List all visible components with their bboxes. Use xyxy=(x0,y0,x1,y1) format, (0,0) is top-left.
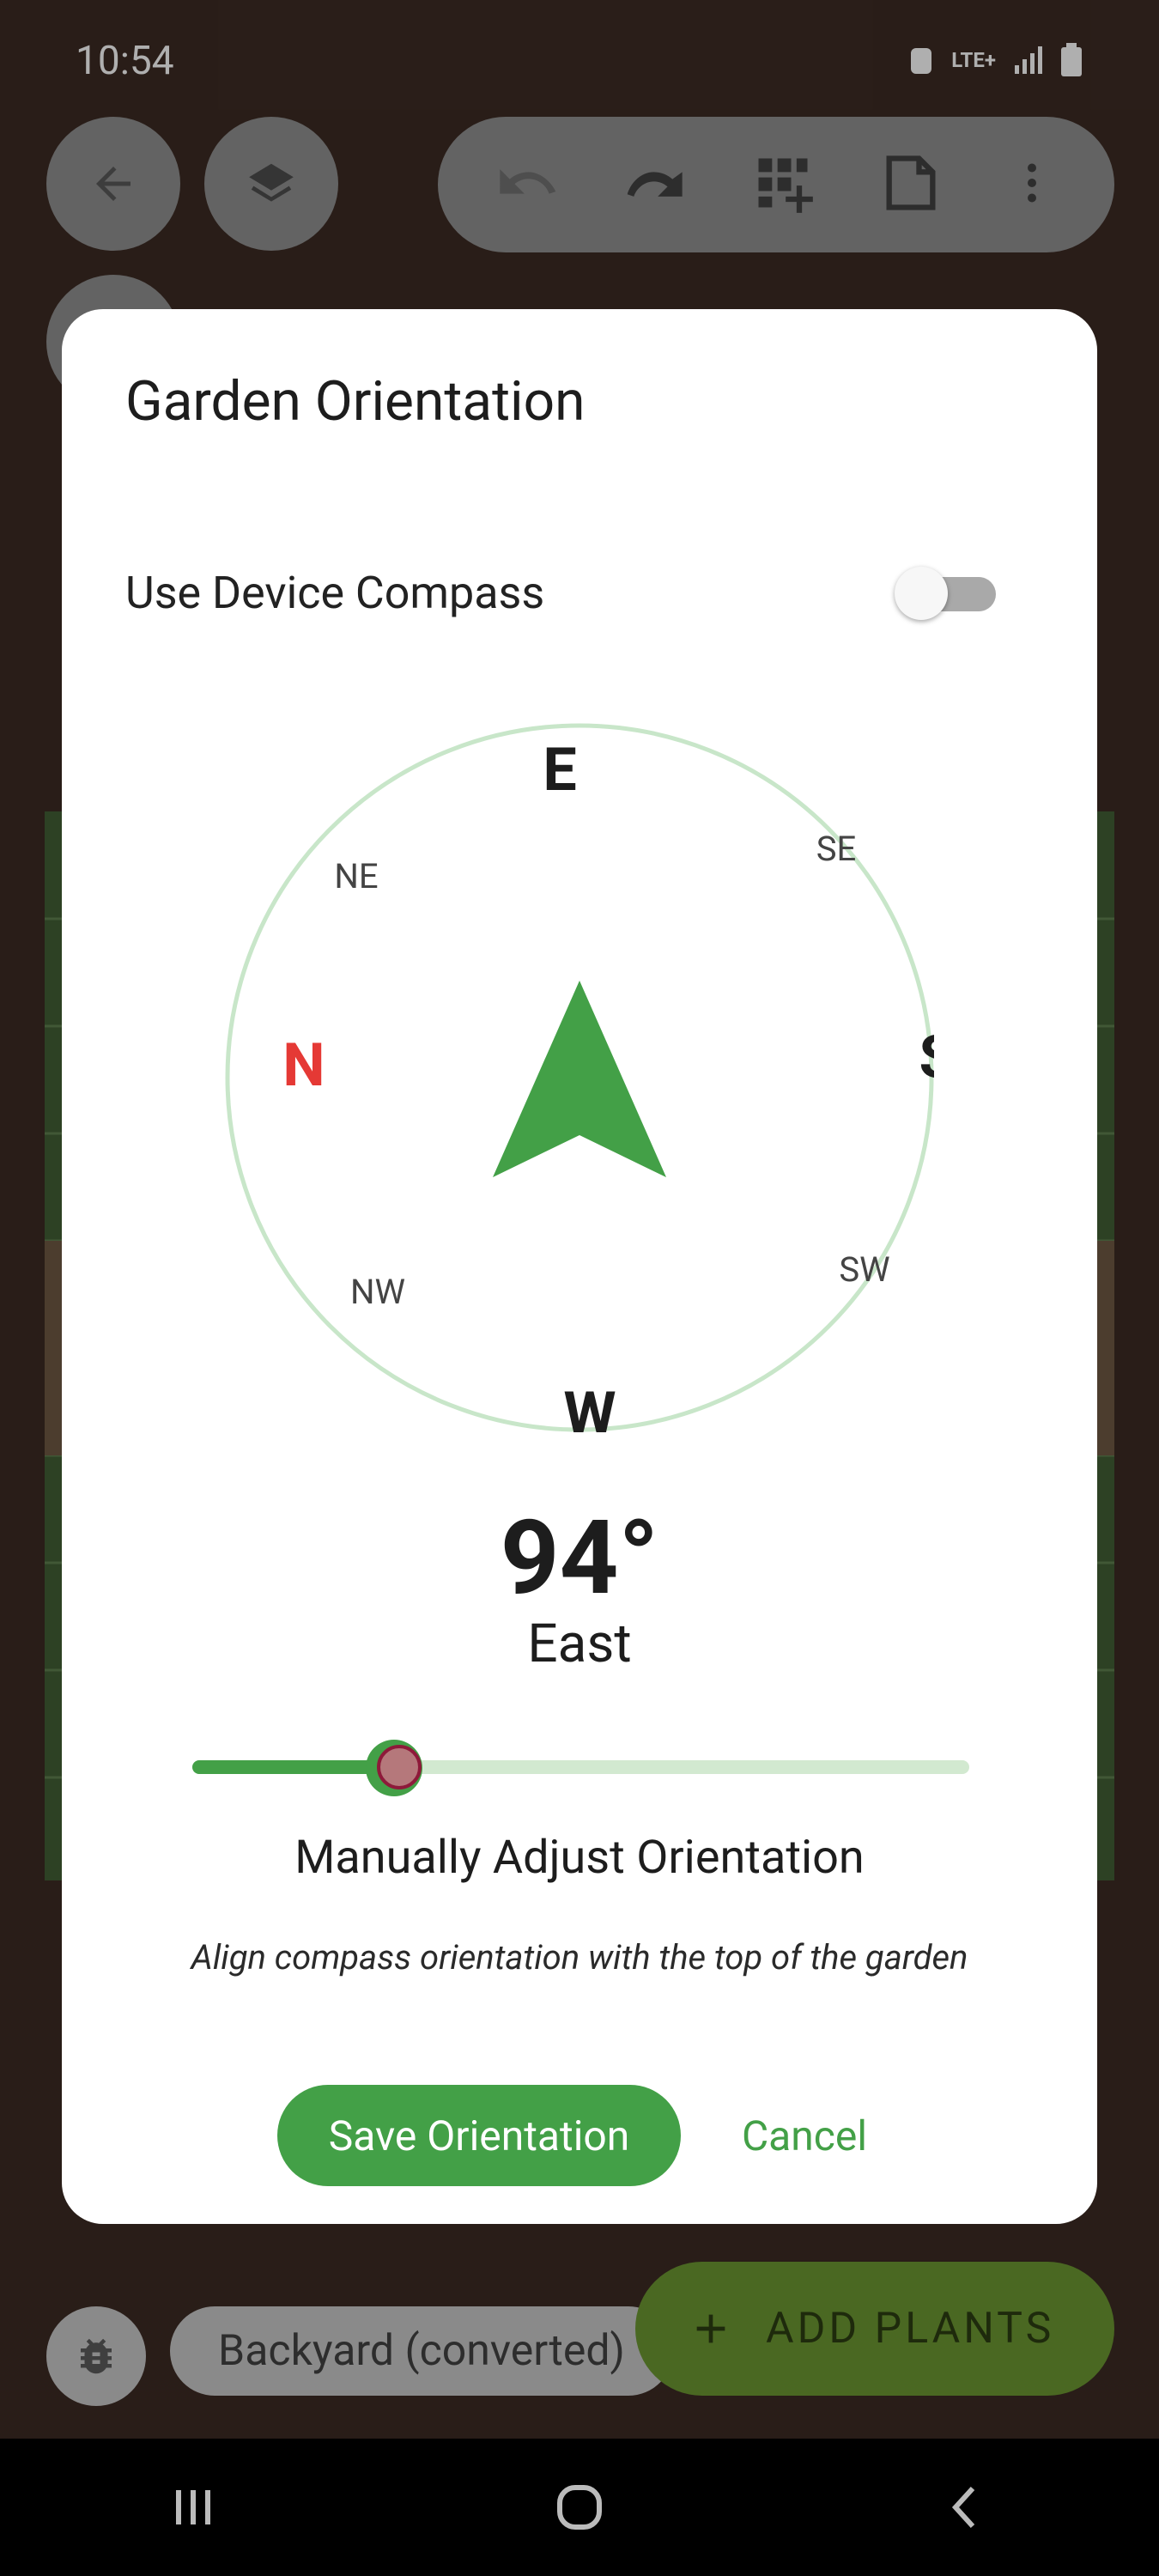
use-compass-label: Use Device Compass xyxy=(125,567,545,619)
compass-label-bottom-left: NW xyxy=(350,1272,405,1312)
orientation-hint: Align compass orientation with the top o… xyxy=(191,1937,968,1978)
add-plants-label: ADD PLANTS xyxy=(766,2304,1055,2354)
dialog-title: Garden Orientation xyxy=(125,369,586,434)
compass-label-bottom: W xyxy=(563,1379,616,1432)
compass-label-bottom-right: SW xyxy=(839,1249,889,1290)
recents-icon[interactable] xyxy=(167,2482,219,2533)
compass-label-left: N xyxy=(282,1030,325,1101)
compass-label-right: S xyxy=(919,1023,934,1093)
toggle-knob xyxy=(895,567,948,620)
save-orientation-button[interactable]: Save Orientation xyxy=(277,2085,681,2186)
orientation-dialog: Garden Orientation Use Device Compass E … xyxy=(62,309,1097,2224)
bug-icon xyxy=(81,2338,112,2374)
cancel-button[interactable]: Cancel xyxy=(714,2085,895,2186)
home-icon[interactable] xyxy=(554,2482,605,2533)
slider-thumb[interactable] xyxy=(377,1745,422,1789)
back-nav-icon[interactable] xyxy=(940,2482,992,2533)
compass-label-top: E xyxy=(543,735,576,805)
manual-adjust-label: Manually Adjust Orientation xyxy=(294,1831,865,1885)
compass-label-top-left: NE xyxy=(334,856,378,896)
compass-dial: E SE S SW W NW N NE xyxy=(225,723,934,1432)
plus-icon xyxy=(696,2314,725,2343)
system-nav-bar xyxy=(0,2439,1159,2576)
use-compass-toggle[interactable] xyxy=(895,567,996,620)
add-plants-button[interactable]: ADD PLANTS xyxy=(635,2262,1114,2396)
slider-fill xyxy=(192,1760,395,1774)
orientation-direction: East xyxy=(527,1613,632,1675)
debug-button[interactable] xyxy=(46,2306,146,2406)
orientation-degrees: 94° xyxy=(500,1498,659,1619)
garden-name-chip[interactable]: Backyard (converted) xyxy=(170,2306,673,2396)
orientation-slider[interactable] xyxy=(192,1740,969,1796)
compass-label-top-right: SE xyxy=(816,829,856,869)
